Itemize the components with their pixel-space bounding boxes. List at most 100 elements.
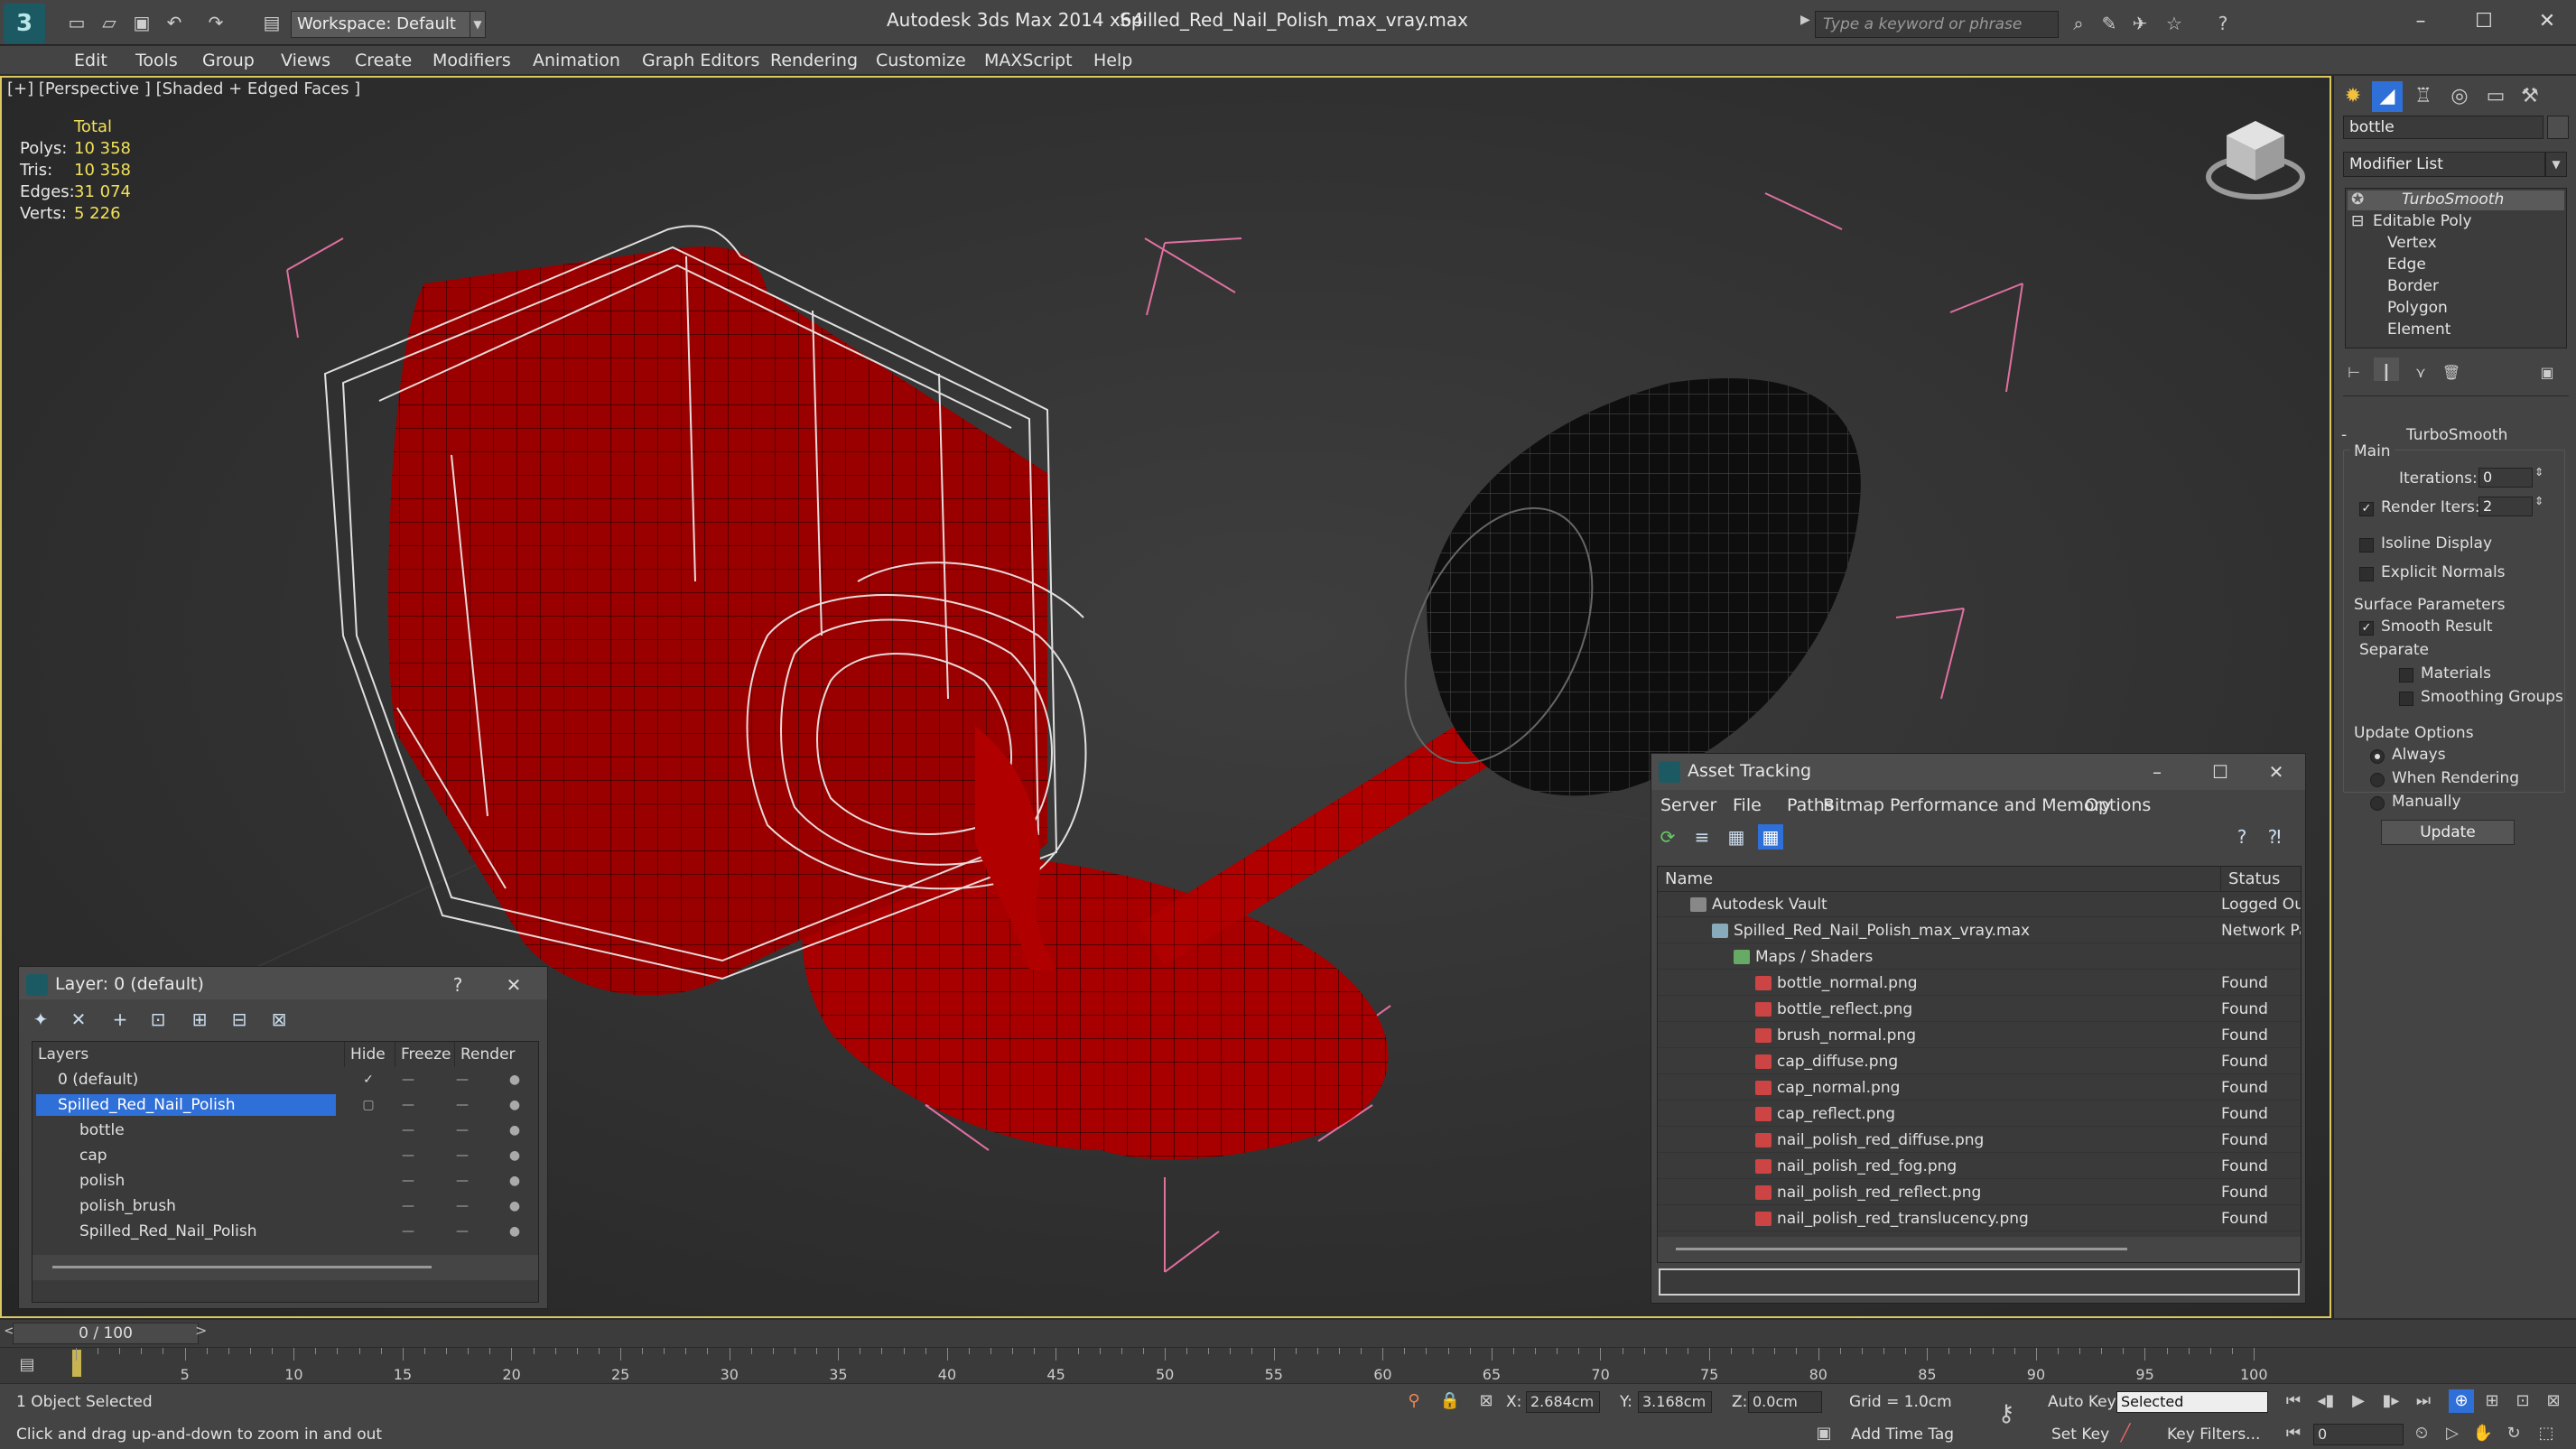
horizontal-scrollbar[interactable] <box>1658 1237 2301 1262</box>
save-file-icon[interactable]: ▣ <box>130 11 153 34</box>
key-mode-toggle-icon[interactable]: ⏮ <box>2281 1422 2306 1445</box>
lock-icon[interactable]: 🔒 <box>1437 1389 1463 1413</box>
table-view-icon[interactable]: ▦ <box>1758 824 1783 850</box>
chevron-down-icon[interactable]: ▼ <box>470 11 486 38</box>
menu-modifiers[interactable]: Modifiers <box>432 51 511 70</box>
motion-tab-icon[interactable]: ◎ <box>2444 81 2475 112</box>
asset-row[interactable]: Maps / Shaders <box>1658 944 2301 970</box>
horizontal-scrollbar[interactable] <box>33 1255 538 1280</box>
menu-group[interactable]: Group <box>202 51 255 70</box>
go-to-start-icon[interactable]: ⏮ <box>2281 1389 2306 1413</box>
when-rendering-radio[interactable] <box>2370 773 2385 787</box>
asset-row[interactable]: bottle_normal.png Found <box>1658 971 2301 996</box>
asset-row[interactable]: nail_polish_red_translucency.png Found <box>1658 1206 2301 1231</box>
stack-item-border[interactable]: Border <box>2387 277 2439 295</box>
chevron-down-icon[interactable]: ▼ <box>2545 152 2567 177</box>
layer-row[interactable]: Spilled_Red_Nail_Polish — — ● <box>33 1219 538 1244</box>
manually-radio[interactable] <box>2370 796 2385 811</box>
layer-row[interactable]: polish_brush — — ● <box>33 1194 538 1219</box>
menu-rendering[interactable]: Rendering <box>770 51 858 70</box>
freeze-all-icon[interactable]: ⊠ <box>266 1007 292 1032</box>
smoothing-groups-checkbox[interactable] <box>2399 692 2413 706</box>
asset-row[interactable]: brush_normal.png Found <box>1658 1023 2301 1048</box>
hide-toggle-icon[interactable]: — <box>397 1067 419 1092</box>
asset-row[interactable]: nail_polish_red_diffuse.png Found <box>1658 1128 2301 1153</box>
asset-row[interactable]: nail_polish_red_reflect.png Found <box>1658 1180 2301 1205</box>
utilities-tab-icon[interactable]: ⚒ <box>2515 81 2545 112</box>
hide-toggle-icon[interactable]: — <box>397 1092 419 1118</box>
asset-row[interactable]: cap_diffuse.png Found <box>1658 1049 2301 1074</box>
help-icon[interactable]: ? <box>2210 11 2236 36</box>
asset-row[interactable]: nail_polish_red_fog.png Found <box>1658 1154 2301 1179</box>
column-status[interactable]: Status <box>2221 867 2301 892</box>
render-teapot-icon[interactable]: ● <box>504 1092 525 1118</box>
layer-row[interactable]: Spilled_Red_Nail_Polish ▢ — — ● <box>33 1092 538 1118</box>
zoom-icon[interactable]: ⊕ <box>2449 1389 2474 1413</box>
undo-icon[interactable]: ↶ <box>163 11 186 34</box>
asset-row[interactable]: bottle_reflect.png Found <box>1658 997 2301 1022</box>
menu-graph-editors[interactable]: Graph Editors <box>642 51 759 70</box>
selection-set-dropdown[interactable]: Selected <box>2116 1391 2268 1413</box>
hide-toggle-icon[interactable]: — <box>397 1143 419 1168</box>
y-coordinate-field[interactable]: 3.168cm <box>1638 1391 1712 1413</box>
isoline-display-checkbox[interactable] <box>2359 538 2374 553</box>
time-slider-thumb[interactable]: 0 / 100 <box>13 1323 199 1344</box>
highlight-layer-icon[interactable]: ⊞ <box>187 1007 212 1032</box>
freeze-toggle-icon[interactable]: — <box>451 1092 473 1118</box>
menu-tools[interactable]: Tools <box>135 51 178 70</box>
stack-item-edge[interactable]: Edge <box>2387 255 2426 274</box>
column-name[interactable]: Name <box>1658 867 2221 892</box>
remove-modifier-icon[interactable]: 🗑 <box>2439 358 2464 381</box>
render-teapot-icon[interactable]: ● <box>504 1118 525 1143</box>
hide-toggle-icon[interactable]: — <box>397 1219 419 1244</box>
absolute-mode-icon[interactable]: ⊠ <box>1474 1389 1499 1413</box>
trackbar[interactable]: ▤ 5 10 15 20 25 30 35 40 45 50 55 60 65 70 75 80 85 90 95 1… <box>0 1347 2576 1383</box>
update-button[interactable]: Update <box>2381 820 2515 845</box>
new-file-icon[interactable]: ▭ <box>65 11 88 34</box>
freeze-toggle-icon[interactable]: — <box>451 1194 473 1219</box>
render-teapot-icon[interactable]: ● <box>504 1219 525 1244</box>
menu-edit[interactable]: Edit <box>74 51 107 70</box>
menu-customize[interactable]: Customize <box>876 51 966 70</box>
asset-table[interactable]: Name Status Autodesk VaultLogged Out Spi… <box>1657 866 2302 1263</box>
menu-views[interactable]: Views <box>281 51 330 70</box>
current-layer-icon[interactable]: ▢ <box>358 1092 379 1118</box>
select-objects-icon[interactable]: ⊡ <box>145 1007 171 1032</box>
freeze-toggle-icon[interactable]: — <box>451 1143 473 1168</box>
viewcube-icon[interactable] <box>2201 112 2310 211</box>
expand-icon[interactable]: ⊟ <box>2351 212 2364 230</box>
layer-dialog[interactable]: Layer: 0 (default) ? ✕ ✦ ✕ + ⊡ ⊞ ⊟ ⊠ Lay… <box>18 966 548 1309</box>
current-frame-field[interactable]: 0 <box>2313 1424 2404 1445</box>
render-teapot-icon[interactable]: ● <box>504 1168 525 1194</box>
menu-server[interactable]: Server <box>1660 795 1716 815</box>
communication-icon[interactable]: ✈ <box>2127 11 2153 36</box>
menu-options[interactable]: Options <box>2085 795 2151 815</box>
hide-toggle-icon[interactable]: — <box>397 1194 419 1219</box>
search-input[interactable]: Type a keyword or phrase <box>1815 11 2059 38</box>
zoom-extents-all-icon[interactable]: ⊠ <box>2541 1389 2566 1413</box>
next-frame-icon[interactable]: ▮▸ <box>2378 1389 2404 1413</box>
curve-editor-icon[interactable]: ▤ <box>14 1353 40 1377</box>
time-slider[interactable]: < 0 / 100 > <box>0 1320 2576 1347</box>
field-of-view-icon[interactable]: ▷ <box>2440 1422 2465 1445</box>
menu-maxscript[interactable]: MAXScript <box>984 51 1073 70</box>
close-icon[interactable]: ✕ <box>2260 757 2292 786</box>
zoom-all-icon[interactable]: ⊞ <box>2479 1389 2505 1413</box>
orbit-icon[interactable]: ↻ <box>2501 1422 2526 1445</box>
perspective-viewport[interactable]: [+] [Perspective ] [Shaded + Edged Faces… <box>0 76 2331 1318</box>
zoom-extents-icon[interactable]: ⊡ <box>2510 1389 2535 1413</box>
open-file-icon[interactable]: ▱ <box>98 11 121 34</box>
stack-item-editable-poly[interactable]: Editable Poly <box>2373 212 2472 230</box>
auto-key-button[interactable]: Auto Key <box>2048 1393 2116 1411</box>
freeze-toggle-icon[interactable]: — <box>451 1118 473 1143</box>
smooth-result-checkbox[interactable]: ✓ <box>2359 621 2374 636</box>
render-iters-checkbox[interactable]: ✓ <box>2359 502 2374 516</box>
create-tab-icon[interactable]: ✹ <box>2338 81 2368 112</box>
help-icon[interactable]: ? <box>442 971 474 999</box>
context-help-icon[interactable]: ⁈ <box>2262 824 2287 850</box>
render-iters-spinner[interactable]: 2 <box>2478 497 2533 516</box>
menu-animation[interactable]: Animation <box>533 51 620 70</box>
workspace-dropdown[interactable]: Workspace: Default <box>291 11 471 38</box>
column-hide[interactable]: Hide <box>345 1042 395 1067</box>
delete-layer-icon[interactable]: ✕ <box>66 1007 91 1032</box>
